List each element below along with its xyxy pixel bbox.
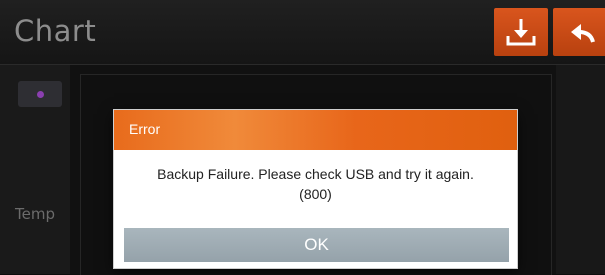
error-dialog: Error Backup Failure. Please check USB a… bbox=[114, 110, 517, 268]
page-title: Chart bbox=[14, 14, 97, 48]
ok-button[interactable]: OK bbox=[124, 228, 509, 262]
download-icon bbox=[506, 19, 536, 46]
dialog-title: Error bbox=[129, 121, 161, 137]
back-button[interactable] bbox=[553, 8, 605, 56]
error-code: (800) bbox=[299, 186, 332, 202]
legend-color-dot bbox=[37, 91, 44, 98]
chart-sidebar: Temp bbox=[0, 65, 70, 274]
error-message: Backup Failure. Please check USB and try… bbox=[157, 166, 474, 182]
legend-toggle[interactable] bbox=[18, 81, 62, 107]
dialog-header: Error bbox=[114, 110, 517, 150]
app-header: Chart bbox=[0, 0, 605, 65]
chart-right-panel bbox=[556, 65, 605, 274]
y-axis-label: Temp bbox=[15, 205, 55, 223]
download-button[interactable] bbox=[494, 8, 548, 56]
chart-screen: Chart Temp Error Backup Failure. Please … bbox=[0, 0, 605, 275]
back-arrow-icon bbox=[571, 24, 595, 43]
